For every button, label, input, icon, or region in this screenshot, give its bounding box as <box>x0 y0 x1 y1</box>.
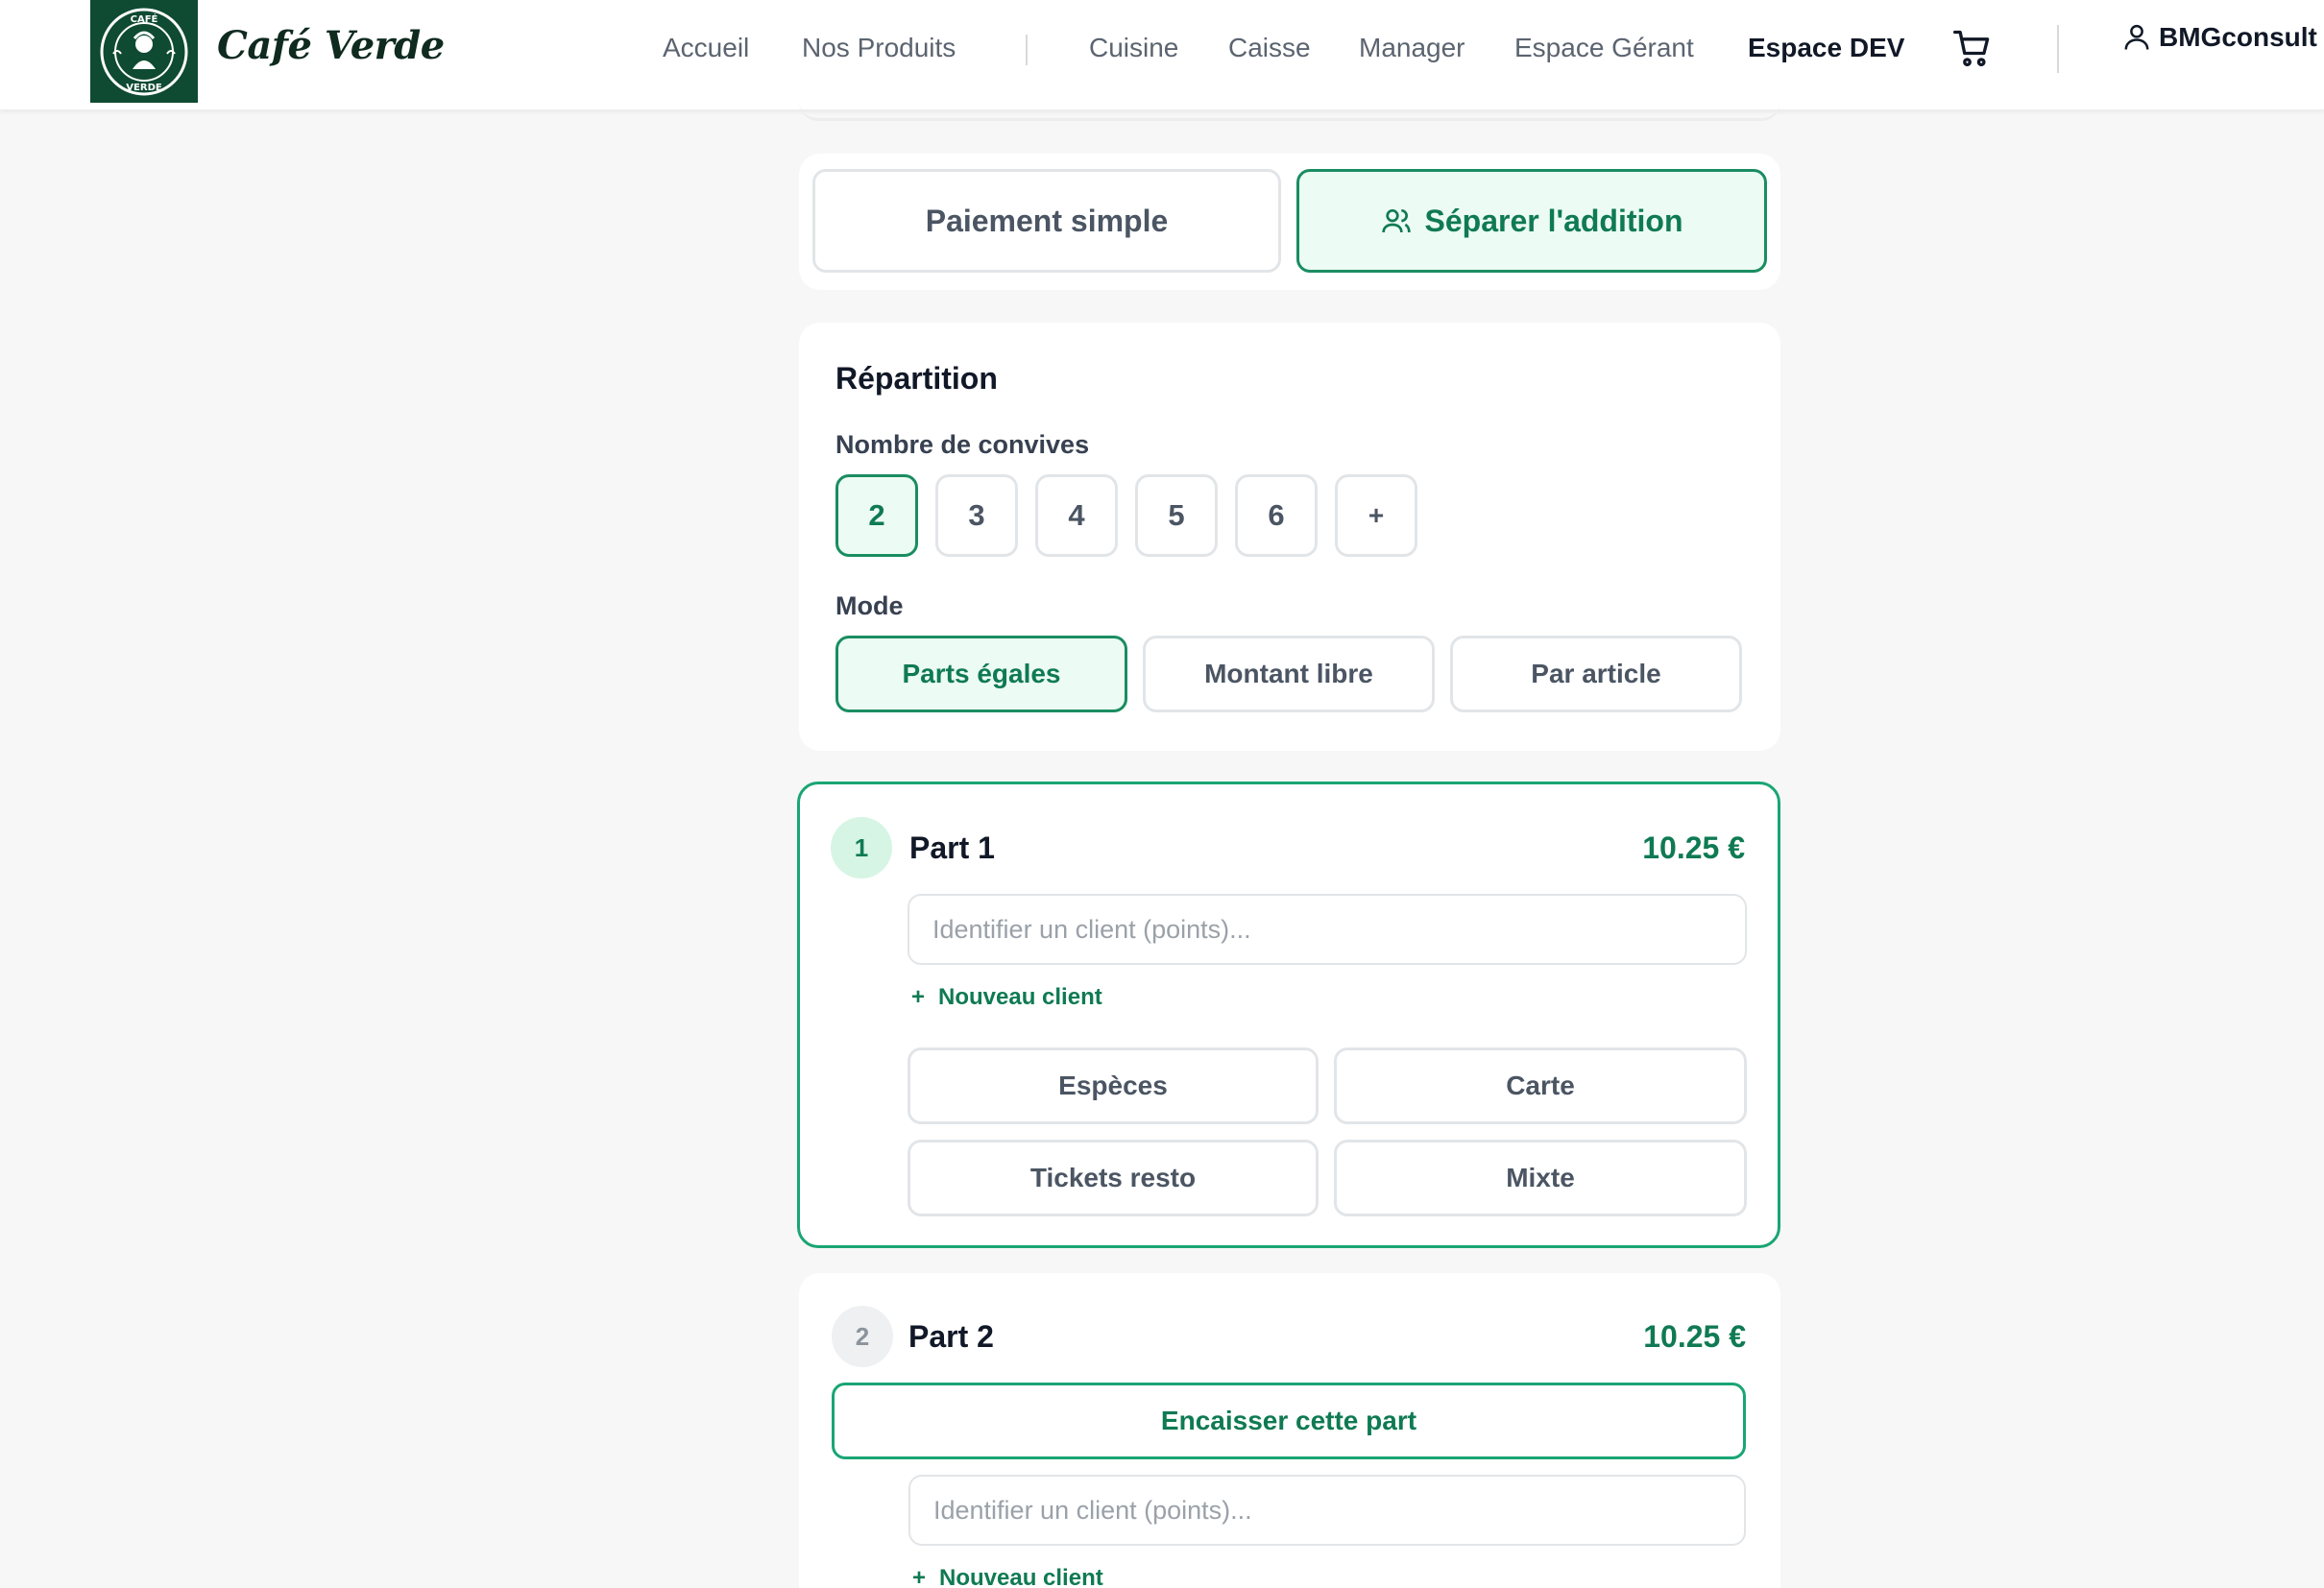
new-client-link[interactable]: + Nouveau client <box>912 1565 1103 1588</box>
mode-free-amount-button[interactable]: Montant libre <box>1143 636 1435 712</box>
split-bill-label: Séparer l'addition <box>1424 203 1683 238</box>
nav-caisse[interactable]: Caisse <box>1228 33 1311 63</box>
logo-text-top: CAFÉ <box>131 12 158 25</box>
part-title: Part 1 <box>909 830 995 865</box>
logo[interactable]: CAFÉ VERDE <box>90 0 198 103</box>
part-card-1: 1 Part 1 10.25 € + Nouveau client Espèce… <box>797 782 1780 1248</box>
nav-espace-gerant[interactable]: Espace Gérant <box>1514 33 1694 63</box>
guests-option-6[interactable]: 6 <box>1235 474 1318 557</box>
users-icon <box>1381 209 1411 233</box>
new-client-link[interactable]: + Nouveau client <box>911 984 1102 1011</box>
part-amount: 10.25 € <box>1643 1319 1746 1354</box>
repartition-card: Répartition Nombre de convives 2 3 4 5 6… <box>799 323 1780 751</box>
nav-manager[interactable]: Manager <box>1359 33 1465 63</box>
logo-emblem-icon: CAFÉ VERDE <box>100 8 188 95</box>
nav-espace-dev[interactable]: Espace DEV <box>1748 33 1904 63</box>
plus-icon: + <box>911 984 926 1010</box>
part-amount: 10.25 € <box>1642 830 1745 865</box>
repartition-title: Répartition <box>835 361 998 396</box>
pay-cash-button[interactable]: Espèces <box>908 1047 1319 1124</box>
pay-card-button[interactable]: Carte <box>1334 1047 1747 1124</box>
mode-equal-parts-button[interactable]: Parts égales <box>835 636 1127 712</box>
simple-payment-label: Paiement simple <box>925 203 1169 238</box>
payment-mode-card: Paiement simple Séparer l'addition <box>799 154 1780 290</box>
nav-accueil[interactable]: Accueil <box>663 33 749 63</box>
pay-meal-vouchers-button[interactable]: Tickets resto <box>908 1140 1319 1216</box>
user-name: BMGconsult <box>2159 22 2317 52</box>
part-card-2: 2 Part 2 10.25 € Encaisser cette part + … <box>799 1273 1780 1588</box>
nav-nos-produits[interactable]: Nos Produits <box>802 33 956 63</box>
previous-card-edge <box>799 81 1780 121</box>
plus-icon: + <box>912 1565 927 1588</box>
user-menu[interactable]: BMGconsult <box>2122 21 2317 54</box>
simple-payment-button[interactable]: Paiement simple <box>812 169 1281 273</box>
logo-text-bottom: VERDE <box>126 83 162 93</box>
collect-part-button[interactable]: Encaisser cette part <box>832 1383 1746 1459</box>
part-number-badge: 1 <box>831 817 892 878</box>
part-title: Part 2 <box>908 1319 994 1354</box>
guests-option-2[interactable]: 2 <box>835 474 918 557</box>
guests-label: Nombre de convives <box>835 430 1090 459</box>
guests-option-more[interactable]: + <box>1335 474 1417 557</box>
header-divider <box>2057 25 2059 73</box>
nav-cuisine[interactable]: Cuisine <box>1089 33 1178 63</box>
guests-option-5[interactable]: 5 <box>1135 474 1218 557</box>
client-search-input[interactable] <box>908 1475 1746 1546</box>
client-search-input[interactable] <box>908 894 1747 965</box>
new-client-label: Nouveau client <box>939 1565 1103 1588</box>
new-client-label: Nouveau client <box>938 984 1102 1010</box>
part-number-badge: 2 <box>832 1306 893 1367</box>
guests-option-4[interactable]: 4 <box>1035 474 1118 557</box>
user-icon <box>2124 24 2149 50</box>
pay-mixed-button[interactable]: Mixte <box>1334 1140 1747 1216</box>
cart-icon[interactable] <box>1951 27 1994 69</box>
mode-by-article-button[interactable]: Par article <box>1450 636 1742 712</box>
mode-label: Mode <box>835 591 904 620</box>
brand-name: Café Verde <box>217 23 445 68</box>
guests-option-3[interactable]: 3 <box>935 474 1018 557</box>
nav-divider <box>1026 35 1028 65</box>
split-bill-button[interactable]: Séparer l'addition <box>1296 169 1767 273</box>
